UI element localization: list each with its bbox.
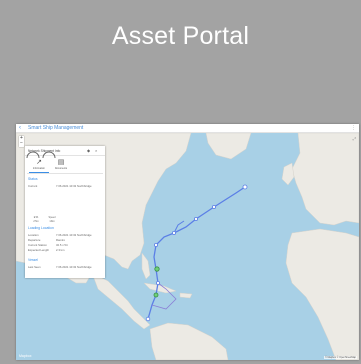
shipment-info-panel: Network Shipment Info ◆ × ↗ Information … [25,146,105,278]
shipping-route [147,186,246,320]
section-title-location: Loading Location [28,226,54,230]
row-key: Current Station [28,243,47,247]
section-title-vessel: Vessel [28,258,38,262]
asset-portal-tile[interactable]: Asset Portal ‹ Smart Ship Management ⋮ +… [0,0,361,364]
land-africa [285,228,359,360]
row-key: Last Seen [28,265,41,269]
map-logo: Mapbox [19,354,32,358]
row-value: 7.06.2021 10:32 Northbridge [56,265,92,269]
waypoint-marker-active [153,292,159,298]
tab-information[interactable]: ↗ Information [29,158,49,173]
gauge-label-eta: ETA [33,216,39,219]
app-title: Smart Ship Management [28,125,84,131]
waypoint-marker [171,231,176,236]
world-map[interactable]: + − ⤢ Mapbox © Mapbox © OpenStreetMap Ne… [16,133,359,360]
row-key: Expected Length [28,248,49,252]
section-title-status: Status [28,177,38,181]
row-value: 7.06.2021 10:32 Northbridge [56,184,92,188]
land-florida [141,252,151,280]
waypoint-marker [153,243,158,248]
location-row: Expected Length 2.3 km [28,248,102,253]
map-attribution[interactable]: © Mapbox © OpenStreetMap [324,356,357,359]
land-hispaniola [179,292,193,299]
waypoint-marker [155,280,160,285]
waypoint-marker [145,316,151,322]
row-value: Ramiro [56,238,66,242]
gauge-label-speed: Speed [48,216,56,219]
waypoint-marker [211,205,216,210]
tab-label: Information [33,167,45,170]
row-value: 32.5 x 54 [56,243,68,247]
tab-label: Documents [54,167,68,170]
waypoint-marker-active [154,266,160,272]
gauge-speed [42,151,56,159]
zoom-out-icon[interactable]: − [19,141,24,146]
document-icon: ▤ [57,159,65,166]
gauge-value-eta: 27kn [33,220,39,223]
app-screenshot: ‹ Smart Ship Management ⋮ + − ⤢ Mapbox ©… [16,124,359,360]
fullscreen-icon[interactable]: ⤢ [353,136,356,141]
app-bar: ‹ Smart Ship Management ⋮ [16,124,359,133]
status-row: Current 7.06.2021 10:32 Northbridge [28,184,102,189]
row-key: Location [28,233,39,237]
land-south-america [149,322,229,360]
row-value: 7.06.2021 10:32 Northbridge [56,233,92,237]
tile-title: Asset Portal [111,22,250,50]
waypoint-marker [242,184,248,190]
chart-icon: ↗ [36,159,42,166]
gauge-value-speed: 13kn [49,220,55,223]
pin-icon[interactable]: ◆ [87,149,91,153]
row-key: Current [28,184,38,188]
gauge-eta [26,151,40,159]
land-greenland [205,133,252,160]
gauges [26,151,56,159]
tab-documents[interactable]: ▤ Documents [51,158,71,173]
zoom-control[interactable]: + − [19,136,24,147]
vessel-row: Last Seen 7.06.2021 10:32 Northbridge [28,265,102,270]
land-uk [281,162,295,186]
row-value: 2.3 km [56,248,65,252]
land-europe [291,133,359,226]
waypoint-marker [193,217,198,222]
land-central-america [91,272,151,330]
more-icon[interactable]: ⋮ [351,125,356,131]
row-key: Departure [28,238,41,242]
arrow-left-icon[interactable]: ‹ [19,125,25,131]
panel-tabs: ↗ Information ▤ Documents [27,158,103,174]
close-icon[interactable]: × [95,149,99,153]
